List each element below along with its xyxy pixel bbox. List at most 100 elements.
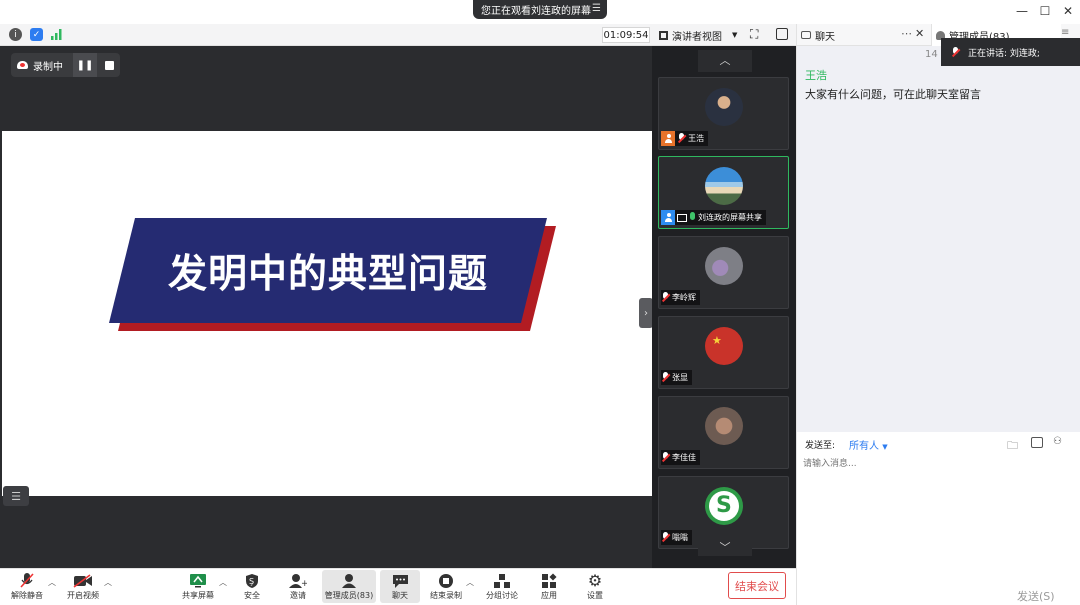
viewing-banner[interactable]: 您正在观看刘连政的屏幕 ☰ <box>473 0 607 19</box>
avatar <box>705 407 743 445</box>
participant-tile[interactable]: ★ 张显 <box>658 316 789 389</box>
security-button[interactable]: Ş 安全 <box>238 570 266 603</box>
send-button[interactable]: 发送(S) <box>1017 588 1055 604</box>
recording-status: 录制中 <box>33 61 63 73</box>
mic-muted-icon <box>661 452 670 463</box>
chevron-up-icon[interactable]: ︿ <box>466 577 474 588</box>
participant-tile[interactable]: 王浩 <box>658 77 789 150</box>
save-chat-icon[interactable] <box>1031 437 1043 448</box>
fullscreen-icon[interactable]: ⛶ <box>750 27 758 42</box>
stop-record-icon <box>438 572 454 589</box>
breakout-button[interactable]: 分组讨论 <box>484 570 520 603</box>
avatar <box>705 247 743 285</box>
apps-label: 应用 <box>541 591 557 600</box>
close-icon[interactable]: ✕ <box>1060 4 1076 18</box>
flag-star-icon: ★ <box>712 334 722 347</box>
minimize-icon[interactable]: — <box>1014 4 1030 18</box>
view-mode-dropdown[interactable]: 演讲者视图 ▼ <box>659 27 741 43</box>
breakout-label: 分组讨论 <box>486 591 518 600</box>
svg-text:Ş: Ş <box>249 577 254 586</box>
screen-share-icon <box>677 213 687 222</box>
host-badge-icon <box>661 131 675 146</box>
recipient-label: 所有人 <box>849 441 879 452</box>
mic-icon <box>951 46 960 58</box>
chat-icon <box>801 31 811 39</box>
share-screen-icon <box>189 572 207 589</box>
list-icon[interactable]: ☰ <box>3 486 29 506</box>
chevron-up-icon[interactable]: ︿ <box>48 577 56 588</box>
start-video-button[interactable]: 开启视频 <box>62 570 104 603</box>
send-to-label: 发送至: <box>805 441 836 451</box>
participant-tile[interactable]: 刘连政的屏幕共享 <box>658 156 789 229</box>
invite-label: 邀请 <box>290 591 306 600</box>
chat-icon <box>392 572 409 589</box>
avatar <box>705 167 743 205</box>
mic-muted-icon <box>19 572 35 589</box>
pause-recording-button[interactable]: ❚❚ <box>73 53 97 77</box>
participant-name: 张显 <box>672 373 688 382</box>
stop-icon <box>104 60 114 70</box>
send-to-row: 发送至: 所有人 ▼ 🗀 ⚇ <box>797 432 1080 456</box>
svg-text:+: + <box>301 579 307 589</box>
meeting-bottom-toolbar: 解除静音 ︿ 开启视频 ︿ 共享屏幕 ︿ Ş 安全 + 邀请 管理成员(83) <box>0 568 796 605</box>
share-screen-button[interactable]: 共享屏幕 <box>180 570 216 603</box>
slide-title: 发明中的典型问题 <box>167 251 488 297</box>
scroll-down-button[interactable]: ﹀ <box>698 540 752 556</box>
end-meeting-button[interactable]: 结束会议 <box>728 572 786 599</box>
end-recording-button[interactable]: 结束录制 <box>428 570 464 603</box>
stop-recording-button[interactable] <box>99 53 119 77</box>
mic-muted-icon <box>661 372 670 383</box>
shield-icon: Ş <box>245 572 259 589</box>
invite-button[interactable]: + 邀请 <box>284 570 312 603</box>
chat-panel: 聊天 ⋯ ✕ 管理成员(83) ≡ 14 王浩 大家有什么问题，可在此聊天室留言… <box>796 24 1080 605</box>
participant-strip: ︿ 王浩 刘连政的屏幕共享 李岭辉 ★ 张显 李佳佳 S 嗡嗡 ﹀ <box>652 46 796 568</box>
meeting-top-toolbar: i ✓ 01:09:54 演讲者视图 ▼ ⛶ <box>0 24 796 46</box>
view-mode-label: 演讲者视图 <box>672 31 722 43</box>
chevron-up-icon[interactable]: ︿ <box>219 577 227 588</box>
shield-icon[interactable]: ✓ <box>30 28 43 41</box>
tab-chat-label: 聊天 <box>815 31 835 43</box>
tab-chat[interactable]: 聊天 <box>801 24 835 46</box>
participant-tile[interactable]: 李佳佳 <box>658 396 789 469</box>
participant-tile[interactable]: S 嗡嗡 <box>658 476 789 549</box>
sidebar-toggle-icon[interactable] <box>776 28 788 40</box>
avatar <box>705 88 743 126</box>
settings-label: 设置 <box>587 591 603 600</box>
message-sender: 王浩 <box>805 69 827 82</box>
user-icon[interactable]: ⚇ <box>1053 436 1062 447</box>
maximize-icon[interactable]: ☐ <box>1037 4 1053 18</box>
add-user-icon: + <box>289 572 307 589</box>
security-label: 安全 <box>244 591 260 600</box>
menu-icon[interactable]: ≡ <box>1061 27 1069 38</box>
manage-members-button[interactable]: 管理成员(83) <box>322 570 376 603</box>
close-icon[interactable]: ✕ <box>915 27 924 40</box>
menu-icon[interactable]: ☰ <box>592 3 601 14</box>
unmute-button[interactable]: 解除静音 <box>8 570 46 603</box>
chat-input[interactable] <box>803 454 1075 474</box>
gear-icon: ⚙ <box>587 571 603 590</box>
share-screen-label: 共享屏幕 <box>182 591 214 600</box>
collapse-strip-button[interactable]: › <box>639 298 653 328</box>
scroll-up-button[interactable]: ︿ <box>698 50 752 72</box>
settings-button[interactable]: ⚙ 设置 <box>582 570 608 603</box>
avatar: ★ <box>705 327 743 365</box>
participant-name: 刘连政的屏幕共享 <box>698 213 762 222</box>
chevron-up-icon[interactable]: ︿ <box>104 577 112 588</box>
recording-bar: 录制中 ❚❚ <box>11 53 120 77</box>
apps-button[interactable]: 应用 <box>536 570 562 603</box>
mic-muted-icon <box>677 133 686 144</box>
signal-icon[interactable] <box>50 28 63 41</box>
info-icon[interactable]: i <box>9 28 22 41</box>
participant-name: 李佳佳 <box>672 453 696 462</box>
presentation-slide: 发明中的典型问题 <box>2 131 652 496</box>
participant-name: 李岭辉 <box>672 293 696 302</box>
participant-tile[interactable]: 李岭辉 <box>658 236 789 309</box>
chat-button[interactable]: 聊天 <box>380 570 420 603</box>
manage-members-label: 管理成员(83) <box>324 591 374 600</box>
recipient-dropdown[interactable]: 所有人 ▼ <box>849 437 888 452</box>
view-icon <box>659 30 668 40</box>
more-icon[interactable]: ⋯ <box>901 27 912 40</box>
logo-icon: S <box>716 493 732 518</box>
viewing-banner-text: 您正在观看刘连政的屏幕 <box>481 6 591 17</box>
chat-label: 聊天 <box>392 591 408 600</box>
